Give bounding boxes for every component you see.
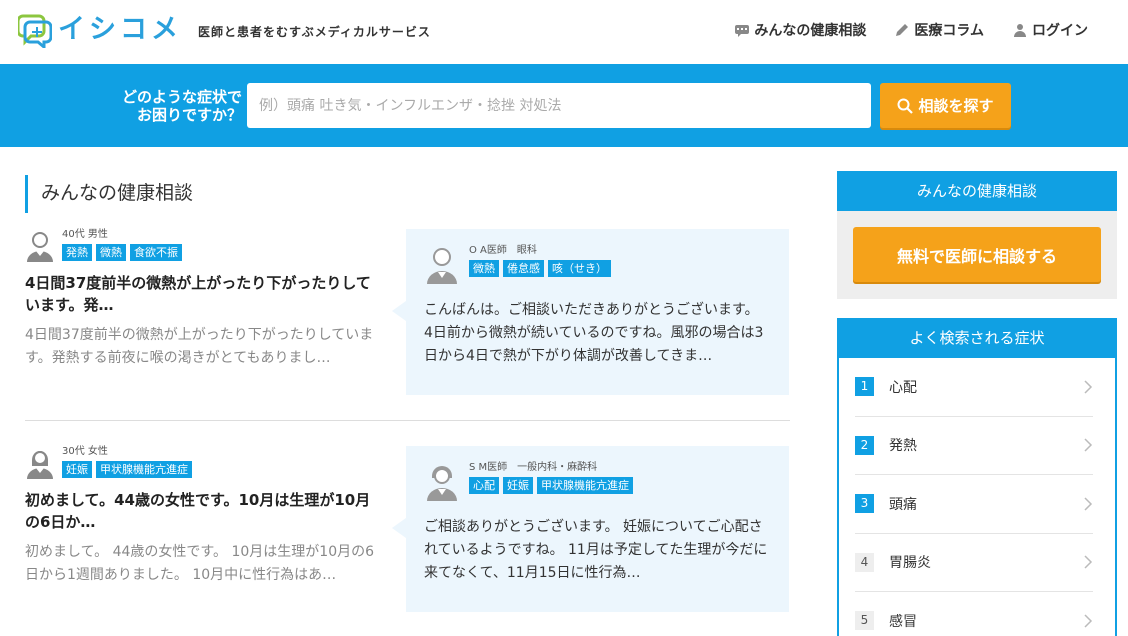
tag[interactable]: 心配 <box>469 477 499 494</box>
site-logo[interactable]: イシコメ <box>18 12 182 48</box>
nav-medical-column[interactable]: 医療コラム <box>894 20 984 40</box>
ranking-item[interactable]: 4 胃腸炎 <box>855 534 1093 592</box>
question-meta: 30代 女性 <box>62 446 108 457</box>
question-title[interactable]: 初めまして。44歳の女性です。10月は生理が10月の6日か… <box>25 489 385 533</box>
tag[interactable]: 咳（せき） <box>548 260 611 277</box>
free-consult-button[interactable]: 無料で医師に相談する <box>853 227 1101 282</box>
question-meta: 40代 男性 <box>62 229 108 240</box>
rank-label: 感冒 <box>889 613 917 630</box>
tag[interactable]: 妊娠 <box>503 477 533 494</box>
site-header: イシコメ 医師と患者をむすぶメディカルサービス みんなの健康相談 医療コラム ロ… <box>0 0 1128 64</box>
rank-number: 3 <box>855 494 874 514</box>
question-left: 30代 女性 妊娠 甲状腺機能亢進症 初めまして。44歳の女性です。10月は生理… <box>25 446 385 587</box>
chat-icon <box>735 25 750 37</box>
search-question-line2: お困りですか？ <box>136 106 242 124</box>
logo-text: イシコメ <box>58 14 182 45</box>
rank-number: 1 <box>855 377 874 397</box>
nav-login[interactable]: ログイン <box>1012 20 1088 40</box>
question-tags: 妊娠 甲状腺機能亢進症 <box>62 461 192 478</box>
answer-text: こんばんは。ご相談いただきありがとうございます。 4日前から微熱が続いているので… <box>424 302 764 364</box>
question-user-info: 30代 女性 妊娠 甲状腺機能亢進症 <box>62 446 192 480</box>
answer-text: ご相談ありがとうございます。 妊娠についてご心配されているようですね。 11月は… <box>424 519 768 581</box>
chevron-right-icon <box>1084 497 1093 511</box>
ranking-item[interactable]: 5 感冒 <box>855 592 1093 636</box>
section-title: みんなの健康相談 <box>25 175 193 213</box>
sidebar-symptom-ranking: よく検索される症状 1 心配 2 発熱 3 頭痛 4 胃腸炎 5 感冒 <box>837 318 1117 636</box>
tag[interactable]: 妊娠 <box>62 461 92 478</box>
answer-tags: 心配 妊娠 甲状腺機能亢進症 <box>469 477 633 494</box>
search-button-label: 相談を探す <box>918 97 994 115</box>
search-button[interactable]: 相談を探す <box>880 83 1011 128</box>
tag[interactable]: 発熱 <box>62 244 92 261</box>
female-avatar-icon <box>27 451 53 479</box>
search-question-line1: どのような症状で <box>121 88 242 106</box>
question-body: 初めまして。 44歳の女性です。 10月は生理が10月の6日から1週間ありました… <box>25 544 375 583</box>
search-band: どのような症状で お困りですか？ 相談を探す <box>0 64 1128 147</box>
nav-label: ログイン <box>1032 23 1088 39</box>
chevron-right-icon <box>1084 380 1093 394</box>
user-icon <box>1014 24 1026 37</box>
search-input[interactable] <box>247 83 871 128</box>
chevron-right-icon <box>1084 614 1093 628</box>
answer-doctor-info: S M医師 一般内科・麻酔科 心配 妊娠 甲状腺機能亢進症 <box>469 462 633 502</box>
search-icon <box>897 98 914 114</box>
tag[interactable]: 微熱 <box>469 260 499 277</box>
tag[interactable]: 倦怠感 <box>503 260 544 277</box>
ranking-item[interactable]: 3 頭痛 <box>855 475 1093 534</box>
rank-label: 胃腸炎 <box>889 555 931 572</box>
question-user-info: 40代 男性 発熱 微熱 食欲不振 <box>62 229 182 263</box>
pencil-icon <box>896 24 909 36</box>
doctor-name: O A医師 眼科 <box>469 245 537 256</box>
header-nav: みんなの健康相談 医療コラム ログイン <box>734 20 1088 40</box>
question-body: 4日間37度前半の微熱が上がったり下がったりしています。発熱する前夜に喉の渇きが… <box>25 327 374 366</box>
rank-label: 心配 <box>889 379 917 396</box>
answer-doctor-info: O A医師 眼科 微熱 倦怠感 咳（せき） <box>469 245 611 285</box>
ranking-item[interactable]: 2 発熱 <box>855 417 1093 475</box>
tag[interactable]: 微熱 <box>96 244 126 261</box>
sidebar-consult-title: みんなの健康相談 <box>837 171 1117 211</box>
question-tags: 発熱 微熱 食欲不振 <box>62 244 182 261</box>
tag[interactable]: 食欲不振 <box>130 244 182 261</box>
nav-health-consult[interactable]: みんなの健康相談 <box>734 20 866 40</box>
doctor-avatar-icon <box>427 466 457 501</box>
answer-card[interactable]: S M医師 一般内科・麻酔科 心配 妊娠 甲状腺機能亢進症 ご相談ありがとうござ… <box>392 446 789 612</box>
divider <box>25 420 790 421</box>
tag[interactable]: 甲状腺機能亢進症 <box>96 461 192 478</box>
rank-number: 2 <box>855 435 874 455</box>
rank-label: 頭痛 <box>889 496 917 513</box>
rank-label: 発熱 <box>889 438 917 455</box>
rank-number: 5 <box>855 611 874 631</box>
question-left: 40代 男性 発熱 微熱 食欲不振 4日間37度前半の微熱が上がったり下がったり… <box>25 229 385 370</box>
logo-mark-icon <box>18 14 52 48</box>
answer-tags: 微熱 倦怠感 咳（せき） <box>469 260 611 277</box>
chevron-right-icon <box>1084 438 1093 452</box>
chevron-right-icon <box>1084 555 1093 569</box>
search-question: どのような症状で お困りですか？ <box>118 88 242 124</box>
ranking-list: 1 心配 2 発熱 3 頭痛 4 胃腸炎 5 感冒 <box>839 358 1115 636</box>
answer-doctor: O A医師 眼科 微熱 倦怠感 咳（せき） <box>424 245 771 285</box>
answer-card[interactable]: O A医師 眼科 微熱 倦怠感 咳（せき） こんばんは。ご相談いただきありがとう… <box>392 229 789 395</box>
rank-number: 4 <box>855 552 874 572</box>
answer-doctor: S M医師 一般内科・麻酔科 心配 妊娠 甲状腺機能亢進症 <box>424 462 771 502</box>
male-avatar-icon <box>27 232 53 262</box>
doctor-name: S M医師 一般内科・麻酔科 <box>469 462 598 473</box>
sidebar-ranking-title: よく検索される症状 <box>839 318 1115 358</box>
question-title[interactable]: 4日間37度前半の微熱が上がったり下がったりしています。発… <box>25 272 385 316</box>
question-user: 40代 男性 発熱 微熱 食欲不振 <box>25 229 385 263</box>
ranking-item[interactable]: 1 心配 <box>855 358 1093 417</box>
sidebar-consult-box: みんなの健康相談 無料で医師に相談する <box>837 171 1117 299</box>
nav-label: みんなの健康相談 <box>754 23 867 39</box>
doctor-avatar-icon <box>427 248 457 284</box>
tag[interactable]: 甲状腺機能亢進症 <box>537 477 633 494</box>
nav-label: 医療コラム <box>914 23 984 39</box>
site-tagline: 医師と患者をむすぶメディカルサービス <box>198 25 431 39</box>
question-user: 30代 女性 妊娠 甲状腺機能亢進症 <box>25 446 385 480</box>
